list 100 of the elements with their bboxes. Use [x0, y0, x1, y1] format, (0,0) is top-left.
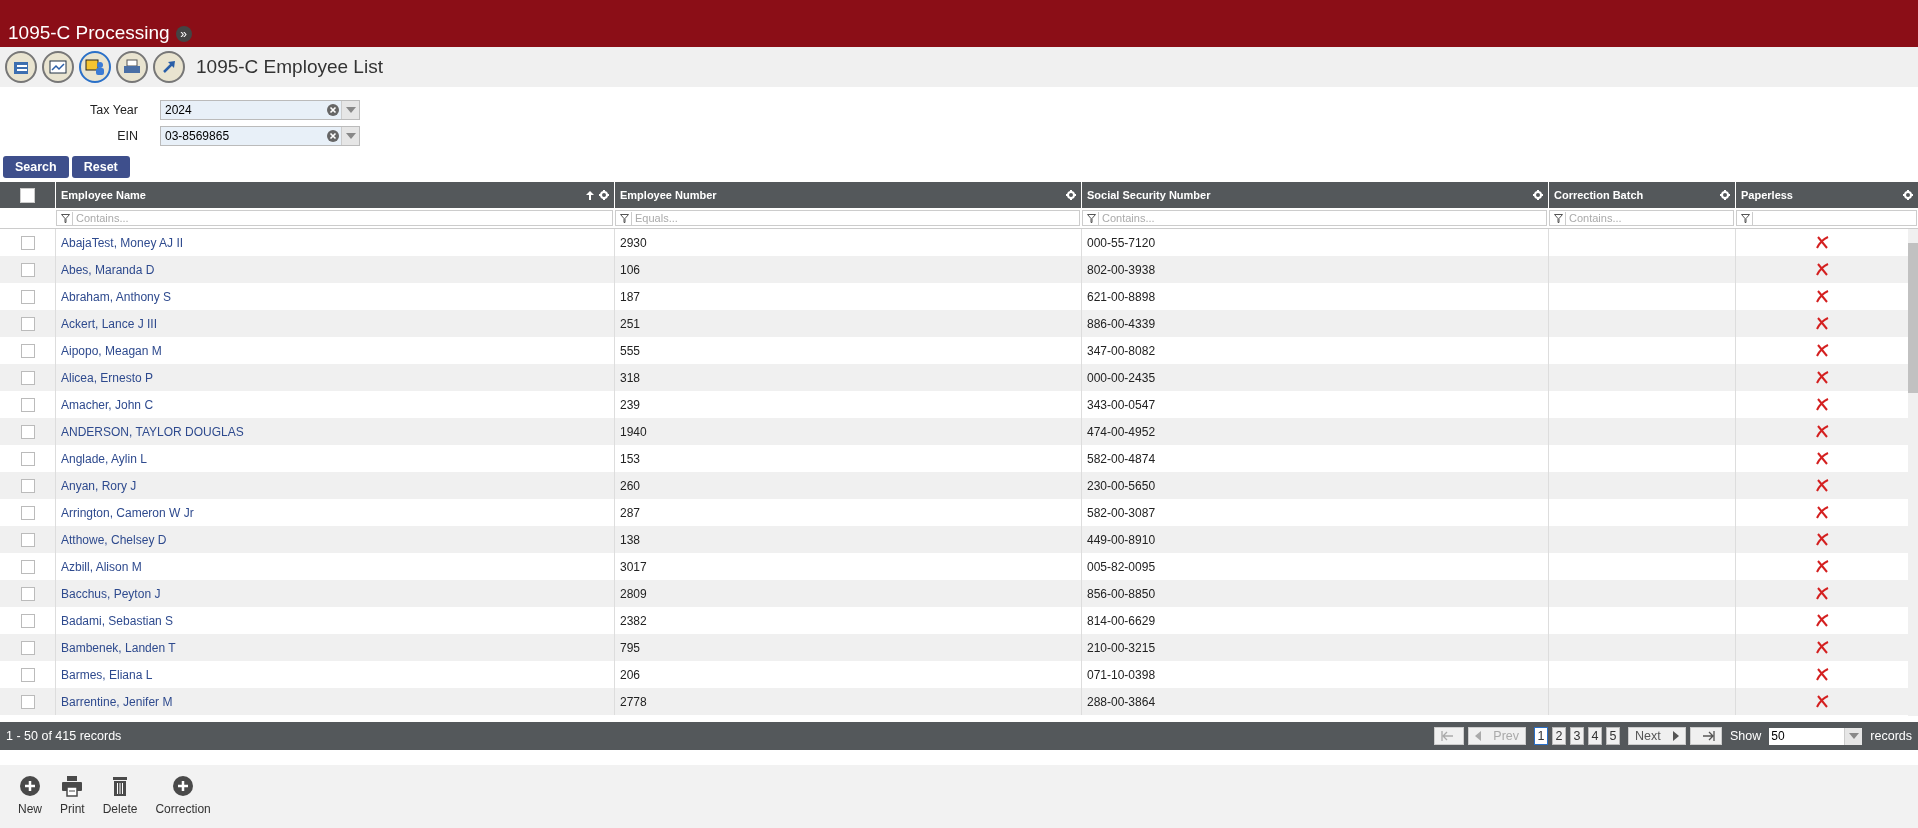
- settings-icon[interactable]: [1903, 190, 1913, 200]
- printer-button[interactable]: [116, 51, 148, 83]
- table-cell-text: 287: [620, 504, 641, 522]
- show-label: Show: [1730, 727, 1762, 745]
- row-checkbox[interactable]: [20, 289, 35, 304]
- employee-name-link[interactable]: ANDERSON, TAYLOR DOUGLAS: [61, 422, 244, 441]
- caret-icon[interactable]: [1848, 733, 1859, 739]
- row-checkbox[interactable]: [20, 397, 35, 412]
- row-checkbox[interactable]: [20, 478, 35, 493]
- employee-name-link[interactable]: Aipopo, Meagan M: [61, 341, 162, 360]
- filter-field[interactable]: Contains...: [1082, 210, 1547, 226]
- row-checkbox[interactable]: [20, 424, 35, 439]
- filter-field[interactable]: Equals...: [615, 210, 1080, 226]
- row-checkbox[interactable]: [20, 694, 35, 709]
- filter-field[interactable]: Contains...: [1549, 210, 1734, 226]
- table-cell-text: 814-00-6629: [1087, 612, 1156, 630]
- plus-icon: [172, 775, 195, 797]
- employee-name-link[interactable]: AbajaTest, Money AJ II: [61, 233, 184, 252]
- arrow-button[interactable]: [153, 51, 185, 83]
- filter-field[interactable]: Contains...: [56, 210, 613, 226]
- row-checkbox[interactable]: [20, 505, 35, 520]
- page-size-dropdown[interactable]: 50: [1769, 727, 1863, 745]
- row-checkbox[interactable]: [20, 640, 35, 655]
- dropdown-input[interactable]: 03-8569865: [161, 127, 325, 145]
- employee-name-link[interactable]: Barmes, Eliana L: [61, 665, 153, 684]
- settings-icon[interactable]: [599, 190, 609, 200]
- employee-name-link[interactable]: Bacchus, Peyton J: [61, 584, 161, 603]
- table-cell-text: 210-00-3215: [1087, 639, 1156, 657]
- row-checkbox[interactable]: [20, 343, 35, 358]
- row-checkbox[interactable]: [20, 451, 35, 466]
- table-cell-text: 582-00-3087: [1087, 504, 1156, 522]
- page-button[interactable]: 4: [1588, 727, 1603, 745]
- clear-icon[interactable]: [325, 102, 341, 118]
- employee-name-link[interactable]: Alicea, Ernesto P: [61, 368, 154, 387]
- row-checkbox[interactable]: [20, 586, 35, 601]
- settings-icon[interactable]: [1066, 190, 1076, 200]
- sort-up-icon[interactable]: [586, 190, 594, 200]
- scrollbar[interactable]: [1908, 229, 1918, 716]
- employee-name-link[interactable]: Arrington, Cameron W Jr: [61, 503, 194, 522]
- table-cell-text: 288-00-3864: [1087, 693, 1156, 711]
- row-checkbox[interactable]: [20, 262, 35, 277]
- table-cell-text: 802-00-3938: [1087, 261, 1156, 279]
- page-button[interactable]: 3: [1570, 727, 1585, 745]
- row-checkbox[interactable]: [20, 613, 35, 628]
- expand-button[interactable]: »: [175, 26, 192, 42]
- row-checkbox[interactable]: [20, 370, 35, 385]
- column-header[interactable]: Social Security Number: [1087, 186, 1528, 204]
- filter-field[interactable]: [1736, 210, 1917, 226]
- toolbar-button[interactable]: New: [16, 775, 44, 828]
- caret-icon[interactable]: [345, 133, 356, 139]
- settings-icon[interactable]: [1720, 190, 1730, 200]
- select-all-checkbox[interactable]: [20, 187, 35, 203]
- dropdown-input[interactable]: 2024: [161, 101, 325, 119]
- page-button[interactable]: 1: [1534, 727, 1549, 745]
- toolbar-button[interactable]: Correction: [153, 775, 213, 828]
- action-button[interactable]: Search: [3, 156, 69, 178]
- table-cell-text: 2778: [620, 693, 647, 711]
- row-checkbox[interactable]: [20, 559, 35, 574]
- settings-icon[interactable]: [1533, 190, 1543, 200]
- employee-name-link[interactable]: Abraham, Anthony S: [61, 287, 172, 306]
- table-cell-text: 856-00-8850: [1087, 585, 1156, 603]
- table-cell-text: 251: [620, 315, 641, 333]
- scrollbar-thumb[interactable]: [1908, 243, 1918, 393]
- employee-name-link[interactable]: Barrentine, Jenifer M: [61, 692, 173, 711]
- row-checkbox[interactable]: [20, 532, 35, 547]
- column-header[interactable]: Paperless: [1741, 186, 1898, 204]
- table-cell-text: 795: [620, 639, 641, 657]
- column-header[interactable]: Correction Batch: [1554, 186, 1715, 204]
- row-checkbox[interactable]: [20, 235, 35, 250]
- records-label: records: [1870, 727, 1912, 745]
- page-button[interactable]: 2: [1552, 727, 1567, 745]
- dropdown-field[interactable]: 03-8569865: [160, 126, 360, 146]
- toolbar-button[interactable]: Delete: [100, 775, 140, 828]
- column-header[interactable]: Employee Number: [620, 186, 1061, 204]
- row-checkbox[interactable]: [20, 316, 35, 331]
- employee-name-link[interactable]: Amacher, John C: [61, 395, 154, 414]
- documents-button[interactable]: [5, 51, 37, 83]
- employee-name-link[interactable]: Badami, Sebastian S: [61, 611, 174, 630]
- table-cell-text: 230-00-5650: [1087, 477, 1156, 495]
- action-button[interactable]: Reset: [71, 156, 130, 178]
- caret-icon[interactable]: [345, 107, 356, 113]
- column-header[interactable]: Employee Name: [61, 186, 581, 204]
- employee-name-link[interactable]: Azbill, Alison M: [61, 557, 142, 576]
- person-card-button[interactable]: [79, 51, 111, 83]
- dropdown-field[interactable]: 2024: [160, 100, 360, 120]
- employee-name-link[interactable]: Abes, Maranda D: [61, 260, 155, 279]
- table-cell-text: 2930: [620, 234, 647, 252]
- employee-name-link[interactable]: Ackert, Lance J III: [61, 314, 158, 333]
- employee-name-link[interactable]: Bambenek, Landen T: [61, 638, 176, 657]
- window-chart-button[interactable]: [42, 51, 74, 83]
- employee-name-link[interactable]: Anglade, Aylin L: [61, 449, 147, 468]
- clear-icon[interactable]: [325, 128, 341, 144]
- filter-icon: [1087, 213, 1096, 223]
- last-page-button[interactable]: [1690, 727, 1723, 745]
- employee-name-link[interactable]: Atthowe, Chelsey D: [61, 530, 167, 549]
- employee-name-link[interactable]: Anyan, Rory J: [61, 476, 137, 495]
- page-button[interactable]: 5: [1606, 727, 1621, 745]
- toolbar-button[interactable]: Print: [58, 775, 87, 828]
- next-button[interactable]: Next: [1628, 727, 1687, 745]
- row-checkbox[interactable]: [20, 667, 35, 682]
